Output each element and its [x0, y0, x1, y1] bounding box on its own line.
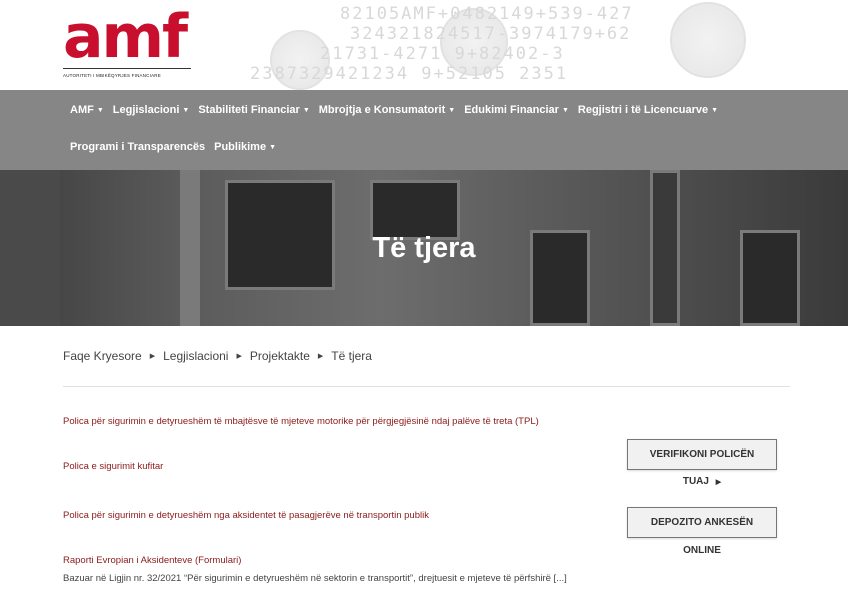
nav-item-label: AMF	[70, 104, 94, 116]
nav-item-label: Edukimi Financiar	[464, 104, 559, 116]
nav-item[interactable]: Publikime ▼	[214, 141, 276, 153]
nav-item-label: Publikime	[214, 141, 267, 153]
verify-policy-button[interactable]: VERIFIKONI POLICËN	[627, 439, 777, 470]
amf-logo[interactable]: amf AUTORITETI I MBIKËQYRJES FINANCIARE	[63, 2, 195, 84]
breadcrumb-item[interactable]: Projektakte	[250, 349, 310, 363]
document-link[interactable]: Polica për sigurimin e detyrueshëm të mb…	[63, 416, 539, 427]
coin-decor	[670, 2, 746, 78]
breadcrumb-item: Të tjera	[331, 349, 372, 363]
nav-item[interactable]: Mbrojtja e Konsumatorit ▼	[319, 104, 455, 116]
verify-policy-sub[interactable]: TUAJ ▶	[627, 476, 777, 487]
caret-down-icon: ▼	[269, 143, 277, 151]
logo-tagline-bar: AUTORITETI I MBIKËQYRJES FINANCIARE	[63, 68, 191, 82]
document-link[interactable]: Polica për sigurimin e detyrueshëm nga a…	[63, 510, 429, 521]
breadcrumb-separator-icon: ▶	[236, 353, 242, 360]
document-link[interactable]: Raporti Evropian i Aksidenteve (Formular…	[63, 555, 241, 566]
decor-text: 21731-4271 9+82402-3	[320, 44, 565, 64]
nav-row-secondary: Programi i Transparencës Publikime ▼	[70, 141, 285, 153]
divider	[63, 386, 790, 387]
nav-item-label: Legjislacioni	[112, 104, 180, 116]
submit-complaint-sub: ONLINE	[683, 545, 721, 556]
nav-item-label: Stabiliteti Financiar	[198, 104, 300, 116]
nav-item-label: Regjistri i të Licencuarve	[577, 104, 709, 116]
decor-text: 324321824517-3974179+62	[350, 24, 632, 44]
building-window	[370, 180, 460, 240]
caret-right-icon: ▶	[715, 479, 722, 486]
caret-down-icon: ▼	[711, 106, 719, 114]
caret-down-icon: ▼	[182, 106, 190, 114]
main-navigation: AMF ▼ Legjislacioni ▼ Stabiliteti Financiar ▼…	[0, 90, 848, 170]
nav-item[interactable]: Programi i Transparencës	[70, 141, 205, 153]
page-title: Të tjera	[372, 232, 476, 264]
nav-item[interactable]: AMF ▼	[70, 104, 104, 116]
logo-wordmark: amf	[63, 2, 188, 72]
caret-down-icon: ▼	[561, 106, 569, 114]
logo-tagline: AUTORITETI I MBIKËQYRJES FINANCIARE	[63, 73, 161, 78]
submit-complaint-button[interactable]: DEPOZITO ANKESËN	[627, 507, 777, 538]
nav-item[interactable]: Legjislacioni ▼	[113, 104, 190, 116]
breadcrumb-separator-icon: ▶	[149, 353, 156, 360]
breadcrumb-separator-icon: ▶	[317, 353, 324, 360]
nav-item-label: Mbrojtja e Konsumatorit	[318, 104, 446, 116]
caret-down-icon: ▼	[96, 106, 104, 114]
breadcrumb-item[interactable]: Legjislacioni	[163, 349, 228, 363]
nav-item[interactable]: Stabiliteti Financiar ▼	[198, 104, 309, 116]
breadcrumb: Faqe Kryesore ▶ Legjislacioni ▶ Projektakte ▶…	[63, 349, 372, 363]
caret-down-icon: ▼	[302, 106, 310, 114]
breadcrumb-item[interactable]: Faqe Kryesore	[63, 349, 142, 363]
nav-row-primary: AMF ▼ Legjislacioni ▼ Stabiliteti Financiar ▼…	[70, 104, 727, 116]
decor-text: 82105AMF+0482149+539-427	[340, 4, 634, 24]
document-description: Bazuar në Ligjin nr. 32/2021 “Për siguri…	[63, 573, 567, 584]
header-decor-banner: 82105AMF+0482149+539-427 324321824517-39…	[250, 0, 848, 90]
nav-item[interactable]: Regjistri i të Licencuarve ▼	[578, 104, 718, 116]
document-link[interactable]: Polica e sigurimit kufitar	[63, 461, 163, 472]
nav-item-label: Programi i Transparencës	[70, 141, 206, 153]
hero-banner: Të tjera	[0, 170, 848, 326]
nav-item[interactable]: Edukimi Financiar ▼	[464, 104, 569, 116]
decor-text: 2387329421234 9+52105 2351	[250, 64, 569, 84]
site-header: 82105AMF+0482149+539-427 324321824517-39…	[0, 0, 848, 90]
verify-policy-sub-label: TUAJ	[682, 476, 709, 487]
caret-down-icon: ▼	[448, 106, 456, 114]
